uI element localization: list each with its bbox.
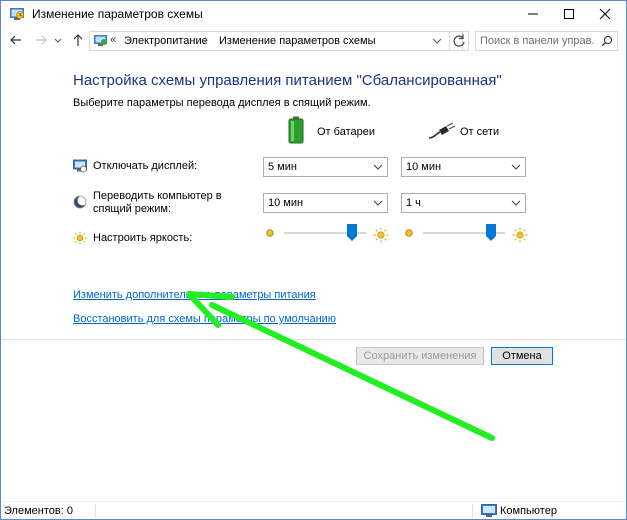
brightness-battery-slider[interactable] [284, 223, 366, 243]
brightness-low-icon [266, 229, 274, 237]
chevron-down-icon [373, 164, 383, 170]
brightness-high-icon [373, 227, 389, 243]
slider-thumb[interactable] [486, 224, 496, 241]
sleep-battery-value: 10 мин [268, 197, 304, 209]
sleep-plugged-select[interactable]: 1 ч [401, 193, 526, 213]
breadcrumb-overflow[interactable]: « [110, 34, 116, 46]
power-plug-icon [428, 122, 456, 139]
battery-icon [288, 116, 304, 144]
battery-column-label: От батареи [317, 126, 375, 138]
sleep-battery-select[interactable]: 10 мин [263, 193, 388, 213]
display-off-label: Отключать дисплей: [93, 160, 198, 172]
arrow-right-icon[interactable] [33, 32, 49, 48]
computer-icon [481, 504, 497, 517]
search-icon[interactable] [601, 35, 613, 47]
sleep-plugged-value: 1 ч [406, 197, 421, 209]
chevron-down-icon [511, 200, 521, 206]
search-box[interactable] [475, 31, 618, 51]
location-label: Компьютер [500, 505, 557, 517]
close-icon [599, 8, 611, 20]
close-button[interactable] [588, 1, 622, 27]
items-count: Элементов: 0 [4, 505, 73, 517]
minimize-button[interactable] [516, 1, 550, 27]
address-bar[interactable]: « Электропитание › Изменение параметров … [89, 31, 463, 51]
brightness-label: Настроить яркость: [93, 232, 193, 244]
status-bar: Элементов: 0 Компьютер [1, 501, 626, 519]
restore-defaults-link[interactable]: Восстановить для схемы параметры по умол… [73, 313, 336, 325]
brightness-sun-icon [73, 231, 87, 245]
title-bar: Изменение параметров схемы [1, 1, 626, 27]
display-off-plugged-select[interactable]: 10 мин [401, 157, 526, 177]
display-off-battery-select[interactable]: 5 мин [263, 157, 388, 177]
display-off-plugged-value: 10 мин [406, 161, 442, 173]
display-off-battery-value: 5 мин [268, 161, 297, 173]
page-subtitle: Выберите параметры перевода дисплея в сп… [73, 97, 371, 109]
arrow-up-icon[interactable] [70, 32, 86, 48]
save-changes-button[interactable]: Сохранить изменения [356, 347, 484, 365]
brightness-low-icon [405, 229, 413, 237]
brightness-high-icon [512, 227, 528, 243]
slider-thumb[interactable] [347, 224, 357, 241]
refresh-button[interactable] [449, 31, 469, 51]
maximize-icon [564, 9, 574, 19]
divider [1, 339, 626, 340]
arrow-left-icon[interactable] [8, 32, 24, 48]
display-timer-icon [73, 159, 87, 173]
search-input[interactable] [480, 34, 595, 48]
minimize-icon [528, 13, 538, 15]
maximize-button[interactable] [552, 1, 586, 27]
chevron-down-icon [373, 200, 383, 206]
breadcrumb-separator[interactable]: › [204, 34, 208, 46]
sleep-label: Переводить компьютер в спящий режим: [93, 190, 222, 215]
breadcrumb-power-options[interactable]: Электропитание [124, 35, 208, 47]
breadcrumb-edit-plan[interactable]: Изменение параметров схемы [219, 35, 375, 47]
window-title: Изменение параметров схемы [32, 7, 203, 21]
plugged-column-label: От сети [460, 126, 500, 138]
refresh-icon [453, 34, 465, 47]
address-dropdown-icon[interactable] [430, 34, 444, 48]
status-separator [95, 504, 96, 518]
chevron-down-icon[interactable] [53, 32, 63, 48]
advanced-settings-link[interactable]: Изменить дополнительные параметры питани… [73, 289, 316, 301]
control-panel-icon [94, 35, 107, 46]
page-title: Настройка схемы управления питанием "Сба… [73, 72, 502, 89]
chevron-down-icon [511, 164, 521, 170]
brightness-plugged-slider[interactable] [423, 223, 505, 243]
cancel-button[interactable]: Отмена [491, 347, 553, 365]
sleep-moon-icon [73, 195, 87, 209]
control-panel-icon [10, 8, 24, 20]
navigation-bar: « Электропитание › Изменение параметров … [1, 28, 626, 54]
control-panel-window: Изменение параметров схемы « Электропита… [0, 0, 627, 520]
status-separator [472, 504, 473, 518]
